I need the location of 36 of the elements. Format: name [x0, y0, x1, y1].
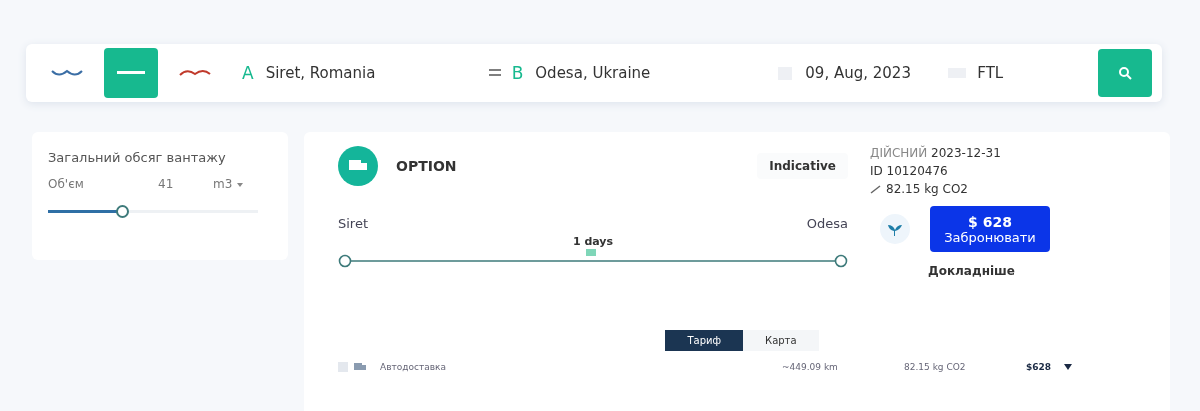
view-tab[interactable]: Тариф [665, 330, 744, 351]
indicative-badge: Indicative [757, 153, 848, 179]
unit-select[interactable]: m3 [213, 177, 245, 191]
caret-icon [236, 182, 245, 188]
destination-city: Odesa [806, 216, 848, 231]
truck-mode-button[interactable] [104, 48, 158, 98]
volume-value[interactable]: 41 [158, 177, 213, 191]
duration-text: 1 days [571, 235, 615, 248]
load-type-select[interactable]: FTL [977, 64, 1038, 82]
origin-marker: A [242, 63, 254, 83]
leg-distance: ~449.09 km [782, 362, 839, 372]
swap-icon[interactable] [487, 67, 502, 79]
details-link[interactable]: Докладніше [928, 264, 1050, 278]
view-tab[interactable]: Карта [743, 330, 819, 351]
search-icon [1118, 66, 1132, 80]
search-button[interactable] [1098, 49, 1152, 97]
leg-name: Автодоставка [380, 362, 447, 372]
valid-label: ДІЙСНИЙ [870, 146, 928, 160]
volume-slider[interactable] [48, 205, 258, 218]
wave-icon [50, 67, 84, 79]
valid-date: 2023-12-31 [931, 146, 1001, 160]
leg-price: $628 [1026, 362, 1052, 372]
offer-title: OPTION [396, 158, 457, 174]
origin-field[interactable]: Siret, Romania [263, 63, 478, 83]
origin-city: Siret [338, 216, 369, 231]
destination-marker: B [511, 63, 524, 83]
offer-id: ID 10120476 [870, 164, 949, 178]
leg-co2: 82.15 kg CO2 [904, 362, 967, 372]
co2-text: 82.15 kg CO2 [886, 182, 968, 196]
filter-title: Загальний обсяг вантажу [48, 150, 227, 165]
book-button[interactable]: $ 628 Забронювати [930, 206, 1050, 252]
volume-label: Об'єм [48, 177, 85, 191]
destination-field[interactable]: Odesa, Ukraine [533, 63, 768, 83]
sprout-icon [880, 214, 910, 244]
caret-icon[interactable] [1063, 363, 1074, 371]
date-field[interactable]: 09, Aug, 2023 [803, 63, 938, 83]
